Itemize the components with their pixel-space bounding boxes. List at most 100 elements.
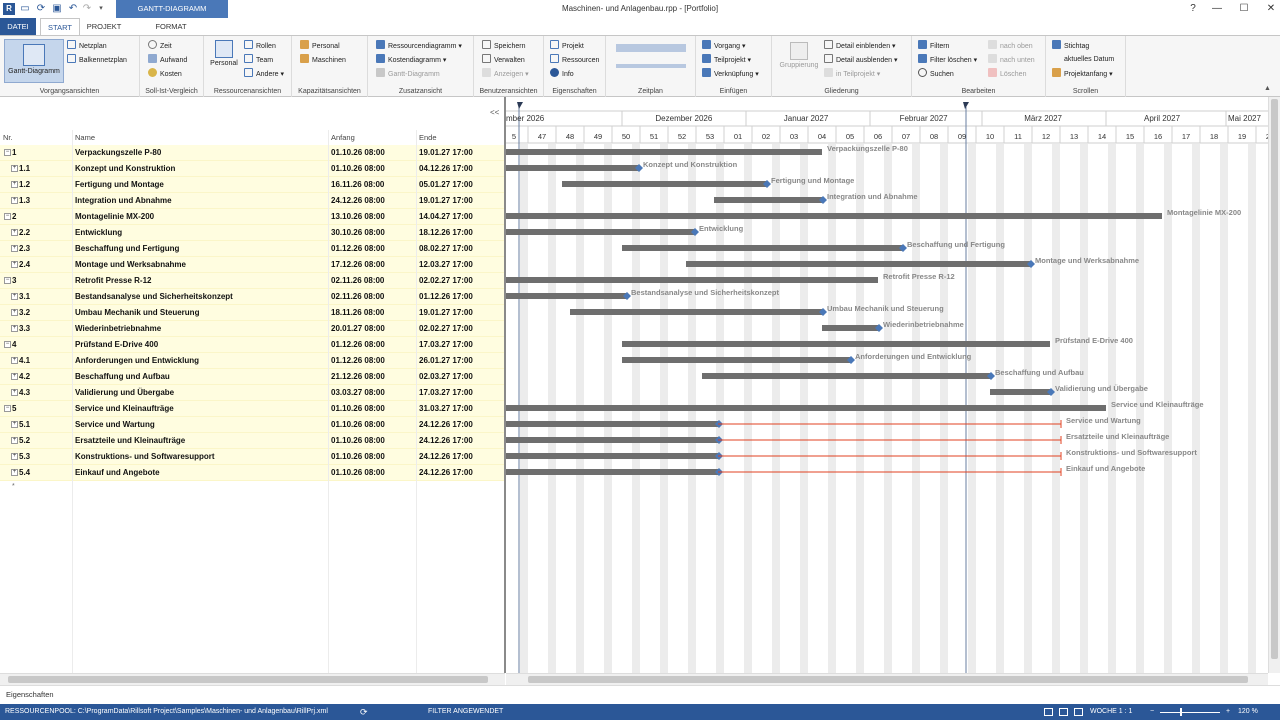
view-chart-icon[interactable] <box>1074 708 1083 716</box>
ressourcen-properties-button[interactable]: Ressourcen <box>550 54 599 66</box>
cell-ende[interactable]: 19.01.27 17:00 <box>419 145 473 161</box>
cell-ende[interactable]: 17.03.27 17:00 <box>419 385 473 401</box>
verknuepfung-button[interactable]: Verknüpfung ▾ <box>702 68 759 80</box>
cell-name[interactable]: Validierung und Übergabe <box>75 385 174 401</box>
zeitplan-progress-icons[interactable] <box>616 44 686 52</box>
kosten-button[interactable]: Kosten <box>148 68 182 80</box>
expand-toggle-icon[interactable]: + <box>11 373 18 380</box>
detail-ausblenden-button[interactable]: Detail ausblenden ▾ <box>824 54 898 66</box>
column-header-nr[interactable]: Nr. <box>3 133 13 142</box>
sync-icon[interactable]: ⟳ <box>360 704 368 720</box>
cell-anfang[interactable]: 01.12.26 08:00 <box>331 241 385 257</box>
cell-nr[interactable]: 4.2 <box>19 369 30 385</box>
table-row[interactable]: −2 Montagelinie MX-200 13.10.26 08:00 14.04… <box>0 209 505 225</box>
cell-anfang[interactable]: 13.10.26 08:00 <box>331 209 385 225</box>
table-row[interactable]: +5.1 Service und Wartung 01.10.26 08:00 24.… <box>0 417 505 433</box>
cell-nr[interactable]: 5.4 <box>19 465 30 481</box>
cell-name[interactable]: Verpackungszelle P-80 <box>75 145 161 161</box>
zeit-button[interactable]: Zeit <box>148 40 172 52</box>
view-normal-icon[interactable] <box>1044 708 1053 716</box>
team-button[interactable]: Team <box>244 54 273 66</box>
cell-name[interactable]: Konzept und Konstruktion <box>75 161 175 177</box>
table-row[interactable]: +5.4 Einkauf und Angebote 01.10.26 08:00 24… <box>0 465 505 481</box>
chart-horizontal-scrollbar[interactable] <box>506 673 1268 685</box>
cell-ende[interactable]: 24.12.26 17:00 <box>419 433 473 449</box>
expand-toggle-icon[interactable]: + <box>11 389 18 396</box>
cell-ende[interactable]: 24.12.26 17:00 <box>419 449 473 465</box>
table-row[interactable]: +3.3 Wiederinbetriebnahme 20.01.27 08:00 02… <box>0 321 505 337</box>
balkennetzplan-button[interactable]: Balkennetzplan <box>67 54 127 66</box>
cell-nr[interactable]: 3 <box>12 273 16 289</box>
scroll-thumb[interactable] <box>8 676 488 683</box>
detail-einblenden-button[interactable]: Detail einblenden ▾ <box>824 40 896 52</box>
cell-nr[interactable]: 3.2 <box>19 305 30 321</box>
cell-ende[interactable]: 26.01.27 17:00 <box>419 353 473 369</box>
speichern-button[interactable]: Speichern <box>482 40 526 52</box>
rollen-button[interactable]: Rollen <box>244 40 276 52</box>
expand-toggle-icon[interactable]: + <box>11 165 18 172</box>
expand-toggle-icon[interactable]: + <box>11 357 18 364</box>
table-row[interactable]: −4 Prüfstand E-Drive 400 01.12.26 08:00 17.… <box>0 337 505 353</box>
scroll-thumb[interactable] <box>1271 99 1278 659</box>
cell-name[interactable]: Entwicklung <box>75 225 122 241</box>
kostendiagramm-button[interactable]: Kostendiagramm ▾ <box>376 54 446 66</box>
nach-unten-button[interactable]: nach unten <box>988 54 1035 66</box>
tab-format[interactable]: FORMAT <box>146 18 196 35</box>
suchen-button[interactable]: Suchen <box>918 68 954 80</box>
cell-ende[interactable]: 19.01.27 17:00 <box>419 305 473 321</box>
cell-nr[interactable]: 4.3 <box>19 385 30 401</box>
cell-ende[interactable]: 04.12.26 17:00 <box>419 161 473 177</box>
kapazitaet-personal-button[interactable]: Personal <box>300 40 340 52</box>
cell-ende[interactable]: 31.03.27 17:00 <box>419 401 473 417</box>
table-horizontal-scrollbar[interactable] <box>0 673 505 685</box>
expand-toggle-icon[interactable]: + <box>11 293 18 300</box>
expand-toggle-icon[interactable]: + <box>11 453 18 460</box>
cell-ende[interactable]: 05.01.27 17:00 <box>419 177 473 193</box>
gantt-view-button[interactable]: Gantt-Diagramm <box>4 39 64 83</box>
column-header-name[interactable]: Name <box>75 133 95 142</box>
cell-nr[interactable]: 1.1 <box>19 161 30 177</box>
close-button[interactable]: ✕ <box>1254 0 1280 18</box>
collapse-toggle-icon[interactable]: − <box>4 149 11 156</box>
collapse-toggle-icon[interactable]: − <box>4 405 11 412</box>
table-row[interactable]: −5 Service und Kleinaufträge 01.10.26 08:0… <box>0 401 505 417</box>
collapse-toggle-icon[interactable]: − <box>4 213 11 220</box>
stichtag-button[interactable]: Stichtag <box>1052 40 1089 52</box>
cell-nr[interactable]: 2.2 <box>19 225 30 241</box>
cell-nr[interactable]: 2 <box>12 209 16 225</box>
personal-view-button[interactable]: Personal <box>208 40 240 67</box>
vorgang-insert-button[interactable]: Vorgang ▾ <box>702 40 746 52</box>
expand-toggle-icon[interactable]: + <box>11 229 18 236</box>
nach-oben-button[interactable]: nach oben <box>988 40 1033 52</box>
cell-name[interactable]: Montage und Werksabnahme <box>75 257 186 273</box>
cell-name[interactable]: Anforderungen und Entwicklung <box>75 353 199 369</box>
table-row[interactable]: +3.2 Umbau Mechanik und Steuerung 18.11.26… <box>0 305 505 321</box>
expand-toggle-icon[interactable]: + <box>11 309 18 316</box>
table-row[interactable]: +1.1 Konzept und Konstruktion 01.10.26 08:… <box>0 161 505 177</box>
zusatz-gantt-button[interactable]: Gantt-Diagramm <box>376 68 440 80</box>
table-row[interactable]: +2.4 Montage und Werksabnahme 17.12.26 08:… <box>0 257 505 273</box>
expand-toggle-icon[interactable]: + <box>11 421 18 428</box>
cell-name[interactable]: Bestandsanalyse und Sicherheitskonzept <box>75 289 233 305</box>
andere-button[interactable]: Andere ▾ <box>244 68 284 80</box>
cell-anfang[interactable]: 18.11.26 08:00 <box>331 305 384 321</box>
cell-nr[interactable]: 4.1 <box>19 353 30 369</box>
expand-toggle-icon[interactable]: + <box>11 245 18 252</box>
cell-anfang[interactable]: 02.11.26 08:00 <box>331 289 384 305</box>
cell-name[interactable]: Service und Kleinaufträge <box>75 401 174 417</box>
table-row[interactable]: +1.2 Fertigung und Montage 16.11.26 08:00 0… <box>0 177 505 193</box>
netzplan-button[interactable]: Netzplan <box>67 40 107 52</box>
cell-name[interactable]: Wiederinbetriebnahme <box>75 321 161 337</box>
table-row[interactable]: +4.1 Anforderungen und Entwicklung 01.12.2… <box>0 353 505 369</box>
table-row[interactable]: +3.1 Bestandsanalyse und Sicherheitskonze… <box>0 289 505 305</box>
collapse-toggle-icon[interactable]: − <box>4 277 11 284</box>
table-row[interactable]: +5.3 Konstruktions- und Softwaresupport 01… <box>0 449 505 465</box>
verwalten-button[interactable]: Verwalten <box>482 54 525 66</box>
cell-ende[interactable]: 19.01.27 17:00 <box>419 193 473 209</box>
cell-name[interactable]: Umbau Mechanik und Steuerung <box>75 305 199 321</box>
view-table-icon[interactable] <box>1059 708 1068 716</box>
cell-anfang[interactable]: 01.12.26 08:00 <box>331 353 385 369</box>
cell-nr[interactable]: 1 <box>12 145 16 161</box>
vertical-scrollbar[interactable] <box>1268 97 1280 673</box>
cell-anfang[interactable]: 01.10.26 08:00 <box>331 401 385 417</box>
